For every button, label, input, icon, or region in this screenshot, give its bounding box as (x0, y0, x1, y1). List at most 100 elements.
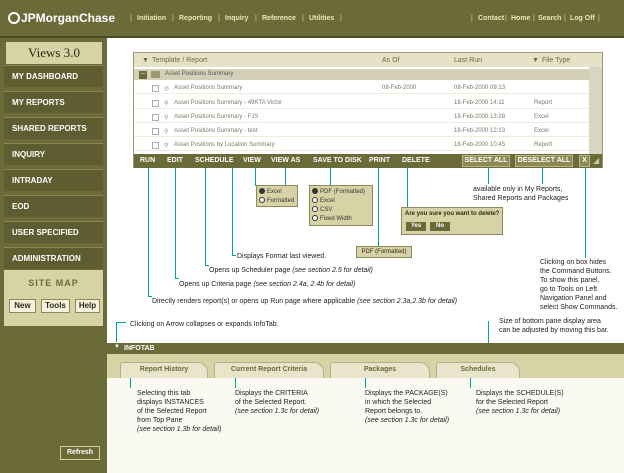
deselect-all-button[interactable]: DESELECT ALL (515, 155, 573, 167)
connector-line (116, 322, 126, 323)
radio-icon (259, 188, 265, 194)
save-fixed-width[interactable]: Fixed Width (312, 215, 352, 222)
connector-line (205, 168, 206, 265)
run-note: Directly renders report(s) or opens up R… (152, 298, 458, 305)
connector-line (488, 168, 489, 184)
logo-text: JPMorganChase (21, 11, 116, 25)
delete-question: Are you sure you want to delete? (405, 211, 500, 217)
nav-logoff[interactable]: Log Off (570, 15, 595, 22)
edit-button[interactable]: EDIT (167, 157, 183, 164)
row-name: Asset Positions Summary - FJS (174, 114, 259, 120)
arrow-note: Clicking on Arrow collapses or expands I… (130, 321, 279, 328)
schedule-note: Opens up Scheduler page (see section 2.5… (209, 267, 373, 274)
tab-schedules[interactable]: Schedules (436, 362, 520, 378)
view-button[interactable]: VIEW (243, 157, 261, 164)
save-excel[interactable]: Excel (312, 197, 335, 204)
collapse-icon[interactable]: − (139, 71, 147, 79)
resize-grip-icon[interactable]: ◢ (593, 156, 599, 165)
collapse-arrow-icon[interactable]: ▼ (114, 344, 120, 350)
nav-home[interactable]: Home (511, 15, 530, 22)
view-as-excel[interactable]: Excel (259, 188, 282, 195)
connector-line (232, 168, 233, 255)
sidebar-item-my-dashboard[interactable]: MY DASHBOARD (4, 65, 103, 87)
radio-icon (312, 215, 318, 221)
help-button[interactable]: Help (75, 299, 100, 313)
row-checkbox[interactable] (152, 114, 159, 121)
row-last-run: 18-Feb-2000 10:45 (454, 142, 506, 148)
schedule-button[interactable]: SCHEDULE (195, 157, 234, 164)
view-as-formatted[interactable]: Formatted (259, 197, 294, 204)
close-commands-note: Clicking on box hides the Command Buttons… (540, 259, 618, 311)
col-as-of[interactable]: As Of (382, 57, 400, 64)
print-button[interactable]: PRINT (369, 157, 390, 164)
connector-line (488, 321, 489, 343)
col-last-run[interactable]: Last Run (454, 57, 482, 64)
nav-search[interactable]: Search (538, 15, 561, 22)
nav-reporting[interactable]: Reporting (179, 15, 212, 22)
tab-packages[interactable]: Packages (330, 362, 430, 378)
radio-icon (312, 206, 318, 212)
row-name: Asset Positions by Location Summary (174, 142, 275, 148)
nav-contact[interactable]: Contact (478, 15, 504, 22)
run-button[interactable]: RUN (140, 157, 155, 164)
sidebar-item-shared-reports[interactable]: SHARED REPORTS (4, 117, 103, 139)
row-name: Asset Positions Summary - test (174, 128, 258, 134)
row-checkbox[interactable] (152, 85, 159, 92)
table-row[interactable]: ⚲ Asset Positions Summary - test 18-Feb-20… (134, 126, 589, 137)
connector-line (378, 168, 379, 246)
delete-yes-button[interactable]: Yes (406, 222, 426, 231)
sidebar-item-user-specified[interactable]: USER SPECIFIED (4, 221, 103, 243)
row-checkbox[interactable] (152, 142, 159, 149)
save-pdf[interactable]: PDF (Formatted) (312, 188, 365, 195)
radio-icon (312, 197, 318, 203)
new-button[interactable]: New (9, 299, 36, 313)
report-icon: ⚲ (164, 101, 169, 107)
view-note: Displays Format last viewed. (237, 253, 327, 260)
site-map-title: SITE MAP (28, 278, 79, 288)
tools-button[interactable]: Tools (41, 299, 70, 313)
connector-line (232, 255, 236, 256)
table-row[interactable]: ⚲ Asset Positions Summary - FJS 18-Feb-200… (134, 112, 589, 123)
size-note: Size of bottom pane display area can be a… (499, 318, 609, 334)
sidebar-item-intraday[interactable]: INTRADAY (4, 169, 103, 191)
row-checkbox[interactable] (152, 100, 159, 107)
sidebar-item-my-reports[interactable]: MY REPORTS (4, 91, 103, 113)
refresh-button[interactable]: Refresh (60, 446, 100, 460)
sidebar-item-administration[interactable]: ADMINISTRATION (4, 247, 103, 269)
nav-initiation[interactable]: Initiation (137, 15, 166, 22)
row-last-run: 18-Feb-2000 12:13 (454, 128, 506, 134)
table-row[interactable]: ◎ Asset Positions Summary 08-Feb-2000 08-Fe… (134, 83, 589, 94)
connector-line (175, 168, 176, 278)
table-row[interactable]: ⚲ Asset Positions by Location Summary 18-F… (134, 140, 589, 151)
row-checkbox[interactable] (152, 128, 159, 135)
views-title: Views 3.0 (6, 42, 102, 64)
tab-report-history[interactable]: Report History (120, 362, 208, 378)
row-as-of: 08-Feb-2000 (382, 85, 417, 91)
nav-utilities[interactable]: Utilities (309, 15, 334, 22)
save-to-disk-button[interactable]: SAVE TO DISK (313, 157, 362, 164)
close-commands-button[interactable]: X (579, 155, 590, 167)
connector-line (285, 168, 286, 186)
sort-icon[interactable]: ▼ (532, 57, 539, 64)
sidebar-item-eod[interactable]: EOD (4, 195, 103, 217)
row-file-type: Excel (534, 128, 549, 134)
tab-current-report-criteria[interactable]: Current Report Criteria (214, 362, 324, 378)
nav-reference[interactable]: Reference (262, 15, 296, 22)
folder-icon (151, 71, 160, 78)
scrollbar[interactable] (589, 67, 602, 154)
nav-inquiry[interactable]: Inquiry (225, 15, 248, 22)
col-template-report[interactable]: Template / Report (152, 57, 207, 64)
sort-icon[interactable]: ▼ (142, 57, 149, 64)
save-csv[interactable]: CSV (312, 206, 332, 213)
sidebar-item-inquiry[interactable]: INQUIRY (4, 143, 103, 165)
row-file-type: Excel (534, 114, 549, 120)
connector-line (542, 168, 543, 184)
report-icon: ⚲ (164, 129, 169, 135)
table-row[interactable]: ⚲ Asset Positions Summary - 49KTA Victor 1… (134, 98, 589, 109)
col-file-type[interactable]: File Type (542, 57, 570, 64)
view-as-button[interactable]: VIEW AS (271, 157, 300, 164)
infotab-bar[interactable] (107, 343, 624, 354)
delete-button[interactable]: DELETE (402, 157, 430, 164)
delete-no-button[interactable]: No (430, 222, 450, 231)
select-all-button[interactable]: SELECT ALL (462, 155, 510, 167)
